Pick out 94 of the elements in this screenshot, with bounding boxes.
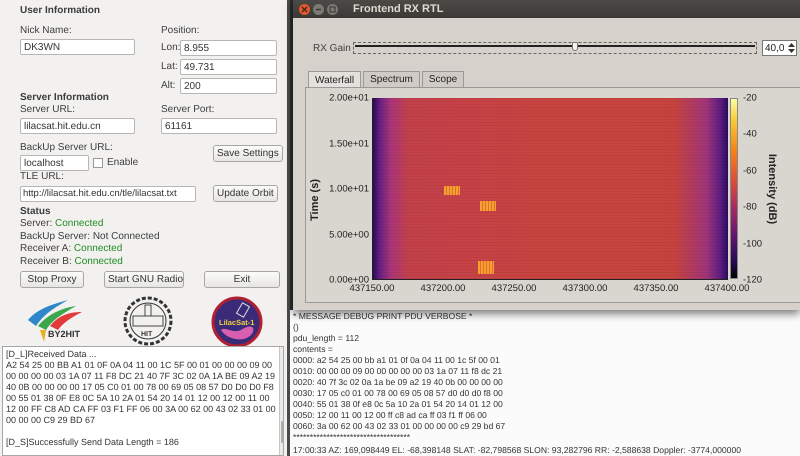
tab[interactable]: Scope bbox=[422, 71, 464, 87]
log-line: 00 00 00 C9 29 BD 67 bbox=[6, 415, 96, 426]
section-title: User Information bbox=[20, 5, 102, 17]
tick-label: -80 bbox=[743, 202, 757, 213]
field-label: Server URL: bbox=[20, 104, 76, 116]
field-label: Lat: bbox=[161, 61, 179, 73]
terminal-line: contents = bbox=[293, 344, 334, 355]
tick-label: 437200.00 bbox=[420, 283, 466, 294]
terminal-line: 0020: 40 7f 3c 02 0a 1a be 09 a2 19 40 0b 00 00 00 00 bbox=[293, 377, 504, 388]
minimize-button[interactable] bbox=[313, 4, 324, 14]
field-label: Lon: bbox=[161, 42, 180, 54]
field-label: Position: bbox=[161, 25, 200, 37]
terminal-line: * MESSAGE DEBUG PRINT PDU VERBOSE * bbox=[293, 311, 474, 322]
tick-label: 1.00e+01 bbox=[329, 184, 369, 194]
backup-url-field[interactable]: localhost bbox=[20, 155, 89, 171]
terminal-line: 0000: a2 54 25 00 bb a1 01 0f 0a 04 11 00 1c 5f 00 01 bbox=[293, 355, 501, 366]
gain-slider[interactable] bbox=[353, 42, 757, 54]
log-line: A2 54 25 00 BB A1 01 0F 0A 04 11 00 1C 5F 00 01 00 00 00 09 00 bbox=[6, 360, 274, 372]
field-label: Alt: bbox=[161, 80, 176, 92]
maximize-icon bbox=[329, 6, 336, 12]
emblem-drawing bbox=[124, 296, 173, 346]
action-button[interactable]: Exit bbox=[204, 271, 280, 288]
tick-label: 5.00e+00 bbox=[329, 229, 369, 240]
section-title: Server Information bbox=[20, 92, 110, 104]
axis-title: Time (s) bbox=[309, 179, 321, 221]
mission-patch-drawing bbox=[212, 296, 263, 348]
signal-burst bbox=[444, 186, 460, 195]
position-field[interactable]: 8.955 bbox=[180, 40, 277, 56]
field-label: BackUp Server URL: bbox=[20, 142, 114, 154]
status-line: Server: Connected bbox=[20, 218, 104, 231]
action-button[interactable]: Stop Proxy bbox=[20, 271, 84, 288]
action-button[interactable]: Start GNU Radio bbox=[104, 271, 184, 288]
terminal-line: 17:00:33 AZ: 169,098449 EL: -68,398148 SLAT: -82,798568 SLON: 93,282796 RR: -2,588638 Doppler: -3774,000000 bbox=[293, 445, 742, 456]
nick-name-field[interactable]: DK3WN bbox=[20, 39, 135, 55]
update-orbit-button[interactable]: Update Orbit bbox=[213, 185, 278, 202]
log-line: 12 00 FF C8 AD CA FF 03 F1 FF 06 00 3A 00 62 00 43 02 33 01 00 bbox=[6, 404, 276, 416]
gain-spinbox[interactable]: 40,0 bbox=[762, 40, 797, 56]
tick-label: 437400.00 bbox=[704, 283, 750, 294]
status-line: BackUp Server: Not Connected bbox=[20, 230, 161, 244]
tick-label: 437150.00 bbox=[350, 283, 394, 294]
log-line: 00 55 01 38 0F E8 0C 5A 10 2A 01 54 20 14 01 12 00 12 00 11 00 bbox=[6, 393, 271, 404]
section-title: Status bbox=[20, 206, 52, 218]
save-settings-button[interactable]: Save Settings bbox=[213, 145, 283, 162]
swoosh-drawing bbox=[28, 300, 82, 342]
log-line: [D_S]Successfully Send Data Length = 186 bbox=[6, 437, 180, 448]
signal-burst bbox=[478, 260, 494, 274]
terminal-line: 0040: 55 01 38 0f e8 0c 5a 10 2a 01 54 20 14 01 12 00 bbox=[293, 399, 504, 410]
terminal-line: 0030: 17 05 c0 01 00 78 00 69 05 08 57 d0 d0 d0 f8 00 bbox=[293, 388, 504, 399]
tick-label: 437300.00 bbox=[562, 283, 608, 294]
spin-arrows-icon bbox=[787, 42, 796, 54]
tick-label: -100 bbox=[743, 238, 762, 250]
log-line: 40 0B 00 00 00 00 17 05 C0 01 00 78 00 69 05 08 57 D0 D0 D0 F8 bbox=[6, 382, 275, 394]
window-title: Frontend RX RTL bbox=[353, 3, 444, 15]
tick-label: 2.00e+01 bbox=[329, 92, 369, 104]
tick-label: 1.50e+01 bbox=[329, 138, 369, 149]
tick-label: -120 bbox=[743, 274, 762, 286]
tick-label: -20 bbox=[743, 92, 757, 104]
close-icon bbox=[301, 6, 308, 12]
terminal-line: *********************************** bbox=[293, 432, 412, 443]
scrollbar-thumb[interactable] bbox=[280, 421, 283, 443]
slider-label: RX Gain bbox=[313, 42, 352, 54]
tick-label: 0.00e+00 bbox=[329, 274, 369, 286]
field-label: TLE URL: bbox=[20, 171, 65, 183]
tick-label: -60 bbox=[743, 165, 757, 176]
position-field[interactable]: 200 bbox=[180, 78, 277, 94]
slider-thumb[interactable] bbox=[572, 42, 578, 51]
log-line: [D_L]Received Data ... bbox=[6, 349, 98, 360]
checkbox-label: Enable bbox=[107, 157, 138, 169]
terminal-line: 0060: 3a 00 62 00 43 02 33 01 00 00 00 00 c9 29 bd 67 bbox=[293, 421, 506, 432]
status-line: Receiver B: Connected bbox=[20, 256, 124, 268]
tick-label: 437250.00 bbox=[492, 283, 536, 294]
close-button[interactable] bbox=[299, 4, 310, 14]
enable-checkbox[interactable] bbox=[93, 158, 103, 168]
tab[interactable]: Spectrum bbox=[363, 71, 420, 87]
axis-title: Intensity (dB) bbox=[766, 154, 778, 224]
maximize-button[interactable] bbox=[327, 4, 338, 14]
tle-url-field[interactable]: http://lilacsat.hit.edu.cn/tle/lilacsat.txt bbox=[20, 186, 196, 202]
terminal-line: pdu_length = 112 bbox=[293, 333, 360, 344]
terminal-line: 0050: 12 00 11 00 12 00 ff c8 ad ca ff 03 f1 ff 06 00 bbox=[293, 410, 488, 421]
field-label: Nick Name: bbox=[20, 25, 73, 37]
terminal-line: 0010: 00 00 00 09 00 00 00 00 00 03 1a 07 11 f8 dc 21 bbox=[293, 366, 504, 377]
log-line: 00 00 00 00 03 1A 07 11 F8 DC 21 40 7F 3C 02 0A 1A BE 09 A2 19 bbox=[6, 371, 276, 382]
logo-text: BY2HIT bbox=[48, 329, 80, 340]
tick-label: 437350.00 bbox=[634, 283, 678, 294]
tick-label: -40 bbox=[743, 128, 757, 140]
terminal-line: () bbox=[293, 322, 300, 333]
scrollbar[interactable] bbox=[278, 347, 283, 455]
position-field[interactable]: 49.731 bbox=[180, 59, 277, 75]
tab[interactable]: Waterfall bbox=[308, 71, 362, 88]
server-url-field[interactable]: lilacsat.hit.edu.cn bbox=[20, 118, 135, 134]
server-port-field[interactable]: 61161 bbox=[161, 118, 277, 134]
signal-burst bbox=[480, 201, 496, 212]
field-label: Server Port: bbox=[161, 104, 216, 116]
status-line: Receiver A: Connected bbox=[20, 243, 124, 256]
